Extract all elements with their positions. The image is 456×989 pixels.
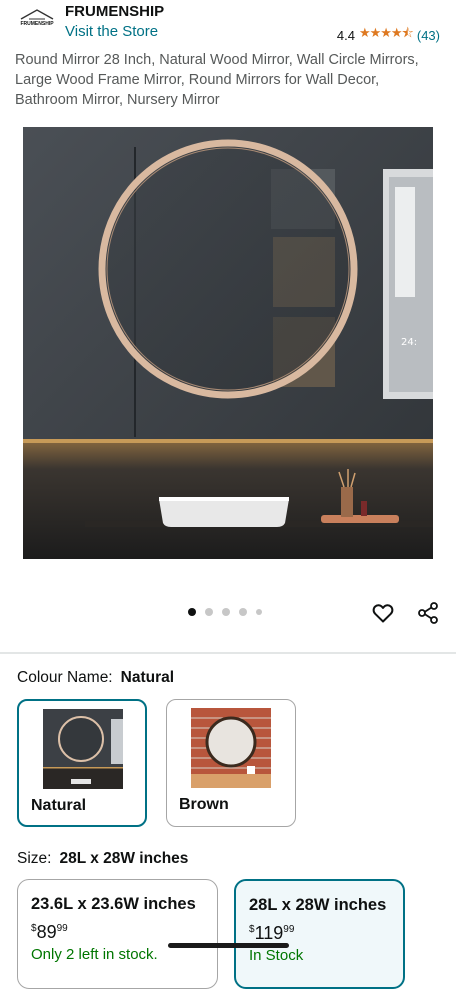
rating-value: 4.4 <box>336 27 355 43</box>
wishlist-heart-icon[interactable] <box>371 601 395 625</box>
size-option-name: 28L x 28W inches <box>249 896 387 914</box>
colour-option-natural[interactable]: Natural <box>17 699 147 827</box>
size-option-name: 23.6L x 23.6W inches <box>31 895 196 913</box>
size-row: Size: 28L x 28W inches <box>17 850 188 868</box>
share-icon[interactable] <box>416 601 440 625</box>
swatch-thumbnail-brown <box>191 708 271 788</box>
brown-mirror-thumbnail <box>191 708 271 788</box>
carousel-dot-active[interactable] <box>188 608 196 616</box>
product-title: Round Mirror 28 Inch, Natural Wood Mirro… <box>15 52 419 108</box>
swatch-thumbnail-natural <box>43 709 123 789</box>
image-carousel-dots[interactable] <box>188 608 262 616</box>
price-whole: 89 <box>36 922 57 942</box>
review-count-link[interactable]: (43) <box>417 28 440 43</box>
size-selected-value: 28L x 28W inches <box>59 850 189 867</box>
size-option-price: $8999 <box>31 922 68 943</box>
mirror-scene-image: 24: <box>23 127 433 559</box>
price-fraction: 99 <box>283 924 295 935</box>
price-whole: 119 <box>254 923 284 943</box>
colour-name-row: Colour Name: Natural <box>17 669 174 687</box>
colour-label: Colour Name: <box>17 669 113 686</box>
size-option-23-6[interactable]: 23.6L x 23.6W inches $8999 Only 2 left i… <box>17 879 218 989</box>
visit-store-link[interactable]: Visit the Store <box>65 23 158 40</box>
size-option-price: $11999 <box>249 923 294 944</box>
natural-mirror-thumbnail <box>43 709 123 789</box>
logo-roof-icon <box>20 9 54 20</box>
carousel-dot[interactable] <box>256 609 262 615</box>
stock-status: Only 2 left in stock. <box>31 946 158 963</box>
colour-selected-value: Natural <box>120 669 175 686</box>
colour-option-brown-label: Brown <box>179 796 229 813</box>
colour-option-brown[interactable]: Brown <box>166 699 296 827</box>
price-fraction: 99 <box>56 923 68 934</box>
carousel-dot[interactable] <box>205 608 213 616</box>
size-option-28[interactable]: 28L x 28W inches $11999 In Stock <box>234 879 405 989</box>
carousel-dot[interactable] <box>239 608 247 616</box>
section-divider <box>0 652 456 654</box>
logo-text: FRUMENSHIP <box>20 21 54 27</box>
brand-name: FRUMENSHIP <box>65 3 165 20</box>
size-label: Size: <box>17 850 52 867</box>
rating-summary[interactable]: 4.4 ★★★★⯪ (43) <box>337 24 440 46</box>
store-header: FRUMENSHIP FRUMENSHIP Visit the Store 4.… <box>0 0 456 46</box>
star-rating-icon: ★★★★⯪ <box>358 25 414 40</box>
carousel-dot[interactable] <box>222 608 230 616</box>
stock-status: In Stock <box>249 947 304 964</box>
colour-option-natural-label: Natural <box>31 797 87 814</box>
brand-logo[interactable]: FRUMENSHIP <box>15 6 59 36</box>
home-indicator[interactable] <box>168 943 289 948</box>
svg-text:24:: 24: <box>401 337 417 348</box>
product-image[interactable]: 24: <box>23 127 433 559</box>
